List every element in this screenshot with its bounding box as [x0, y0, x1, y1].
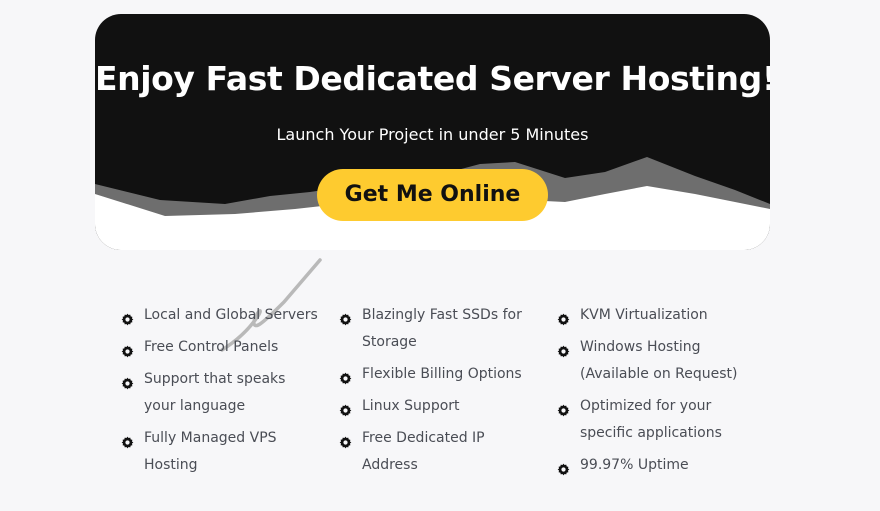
features-column-1: Local and Global Servers Free Control Pan…: [120, 302, 320, 484]
hero-title: Enjoy Fast Dedicated Server Hosting!: [95, 59, 770, 98]
feature-item: Blazingly Fast SSDs for Storage: [338, 302, 538, 356]
feature-label: Optimized for your specific applications: [580, 398, 722, 441]
feature-item: KVM Virtualization: [556, 302, 756, 329]
feature-item: Local and Global Servers: [120, 302, 320, 329]
feature-item: Free Control Panels: [120, 334, 320, 361]
feature-label: Windows Hosting (Available on Request): [580, 339, 738, 382]
feature-item: Windows Hosting (Available on Request): [556, 334, 756, 388]
feature-label: Support that speaks your language: [144, 371, 286, 414]
feature-label: KVM Virtualization: [580, 307, 708, 323]
feature-label: Fully Managed VPS Hosting: [144, 430, 277, 473]
page: Enjoy Fast Dedicated Server Hosting! Lau…: [0, 0, 880, 511]
feature-label: Local and Global Servers: [144, 307, 318, 323]
feature-label: Free Control Panels: [144, 339, 279, 355]
feature-item: Support that speaks your language: [120, 366, 320, 420]
gear-icon: [557, 309, 570, 326]
gear-icon: [557, 400, 570, 417]
gear-icon: [339, 368, 352, 385]
feature-item: Free Dedicated IP Address: [338, 425, 538, 479]
feature-label: 99.97% Uptime: [580, 457, 689, 473]
gear-icon: [557, 341, 570, 358]
features-column-3: KVM Virtualization Windows Hosting (Avail…: [556, 302, 756, 484]
features-list: Local and Global Servers Free Control Pan…: [120, 302, 820, 511]
feature-item: Flexible Billing Options: [338, 361, 538, 388]
feature-label: Free Dedicated IP Address: [362, 430, 485, 473]
hero-subtitle: Launch Your Project in under 5 Minutes: [276, 125, 589, 144]
feature-item: 99.97% Uptime: [556, 452, 756, 479]
feature-label: Blazingly Fast SSDs for Storage: [362, 307, 522, 350]
hero-banner: Enjoy Fast Dedicated Server Hosting! Lau…: [95, 14, 770, 250]
gear-icon: [121, 309, 134, 326]
get-me-online-button[interactable]: Get Me Online: [317, 169, 548, 221]
feature-label: Flexible Billing Options: [362, 366, 522, 382]
gear-icon: [121, 432, 134, 449]
gear-icon: [339, 309, 352, 326]
gear-icon: [121, 341, 134, 358]
feature-item: Linux Support: [338, 393, 538, 420]
gear-icon: [339, 400, 352, 417]
feature-label: Linux Support: [362, 398, 460, 414]
gear-icon: [339, 432, 352, 449]
feature-item: Optimized for your specific applications: [556, 393, 756, 447]
feature-item: Fully Managed VPS Hosting: [120, 425, 320, 479]
gear-icon: [557, 459, 570, 476]
features-column-2: Blazingly Fast SSDs for Storage Flexible …: [338, 302, 538, 484]
gear-icon: [121, 373, 134, 390]
